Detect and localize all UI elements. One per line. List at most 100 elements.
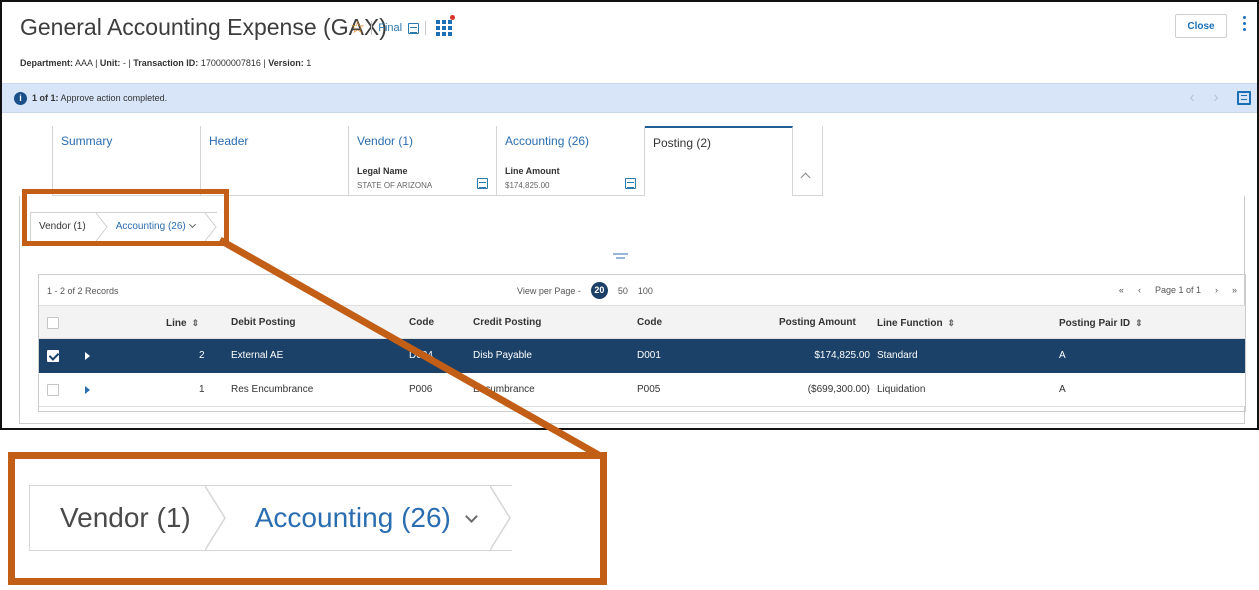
tab-field-value: $174,825.00 xyxy=(505,181,550,190)
tab-field-label: Legal Name xyxy=(357,166,408,176)
divider xyxy=(425,21,427,35)
page-title: General Accounting Expense (GAX) xyxy=(20,14,387,40)
tab-posting[interactable]: Posting (2) xyxy=(645,126,793,196)
cell-debit-code: P006 xyxy=(409,384,433,395)
zoomed-breadcrumb-accounting: Accounting (26) xyxy=(227,486,490,550)
breadcrumb-separator-icon xyxy=(204,486,226,550)
title-bar: General Accounting Expense (GAX) ☆ Final… xyxy=(2,2,1257,82)
more-options-icon[interactable] xyxy=(1243,16,1249,31)
page-info: Page 1 of 1 xyxy=(1154,285,1201,295)
row-checkbox[interactable] xyxy=(47,384,59,396)
cell-credit-posting: Disb Payable xyxy=(473,350,532,361)
select-all-checkbox[interactable] xyxy=(47,317,59,329)
close-button[interactable]: Close xyxy=(1175,14,1227,38)
column-header-debit-posting[interactable]: Debit Posting xyxy=(231,306,295,340)
cell-line: 2 xyxy=(199,350,205,361)
zoom-callout: Vendor (1) Accounting (26) xyxy=(8,452,607,585)
column-header-line-function[interactable]: Line Function ⇕ xyxy=(877,306,955,340)
view-per-page-label: View per Page - xyxy=(517,285,581,296)
previous-page-icon[interactable]: ‹ xyxy=(1138,285,1141,295)
column-header-debit-code[interactable]: Code xyxy=(409,306,434,340)
expand-row-icon[interactable] xyxy=(85,352,90,360)
tab-accounting[interactable]: Accounting (26) Line Amount $174,825.00 xyxy=(497,126,645,196)
cell-credit-code: P005 xyxy=(637,384,661,395)
unit-value: - xyxy=(122,58,126,68)
callout-highlight-box xyxy=(22,189,229,246)
cell-credit-posting: Encumbrance xyxy=(473,384,535,395)
tab-header[interactable]: Header xyxy=(201,126,349,196)
page-size-20[interactable]: 20 xyxy=(590,282,608,299)
row-checkbox[interactable] xyxy=(47,350,59,362)
transaction-id-value: 170000007816 xyxy=(200,58,261,68)
next-message-icon[interactable]: › xyxy=(1209,89,1223,107)
zoomed-breadcrumb-vendor: Vendor (1) xyxy=(60,502,191,533)
tab-label: Header xyxy=(209,134,249,148)
tab-field-label: Line Amount xyxy=(505,166,560,176)
next-page-icon[interactable]: › xyxy=(1215,285,1218,295)
title-tools: ☆ Final xyxy=(350,15,456,40)
expand-row-icon[interactable] xyxy=(85,386,90,394)
cell-line: 1 xyxy=(199,384,205,395)
tab-field-value: STATE OF ARIZONA xyxy=(357,181,433,190)
previous-message-icon[interactable]: ‹ xyxy=(1185,89,1199,107)
cell-posting-pair-id: A xyxy=(1059,350,1066,361)
table-row[interactable]: 2 External AE D004 Disb Payable D001 $17… xyxy=(39,339,1245,373)
pagination: « ‹ Page 1 of 1 › » xyxy=(1119,285,1237,295)
page-size-100[interactable]: 100 xyxy=(638,286,653,296)
message-body: Approve action completed. xyxy=(60,93,168,103)
transaction-id-label: Transaction ID: xyxy=(133,58,199,68)
document-notes-icon[interactable] xyxy=(408,22,420,34)
department-value: AAA xyxy=(75,58,93,68)
cell-line-function: Standard xyxy=(877,350,918,361)
divider xyxy=(371,21,373,35)
cell-line-function: Liquidation xyxy=(877,384,926,395)
column-label: Line xyxy=(166,318,187,329)
posting-grid: 1 - 2 of 2 Records View per Page - 20 50… xyxy=(38,274,1246,412)
favorite-star-icon[interactable]: ☆ xyxy=(350,18,365,38)
related-actions-icon[interactable] xyxy=(436,15,456,36)
column-header-line[interactable]: Line ⇕ xyxy=(166,306,199,340)
sort-icon: ⇕ xyxy=(191,318,200,328)
document-notes-icon[interactable] xyxy=(477,178,488,189)
tab-label: Summary xyxy=(61,134,113,148)
cell-posting-amount: ($699,300.00) xyxy=(807,384,870,395)
sort-icon: ⇕ xyxy=(947,318,956,328)
application-window: General Accounting Expense (GAX) ☆ Final… xyxy=(0,0,1259,430)
tab-label: Vendor (1) xyxy=(357,134,414,148)
cell-credit-code: D001 xyxy=(637,350,661,361)
version-value: 1 xyxy=(306,58,312,68)
column-label: Line Function xyxy=(877,318,943,329)
message-bar: i 1 of 1: Approve action completed. ‹ › xyxy=(2,83,1257,113)
chevron-up-icon xyxy=(800,172,811,183)
sort-icon: ⇕ xyxy=(1135,318,1143,328)
first-page-icon[interactable]: « xyxy=(1119,285,1124,295)
tab-summary[interactable]: Summary xyxy=(53,126,201,196)
collapse-tabs-button[interactable] xyxy=(793,126,823,196)
document-status: Final xyxy=(378,22,403,34)
filter-toggle-icon[interactable] xyxy=(613,253,628,259)
breadcrumb-separator-icon xyxy=(489,486,511,550)
unit-label: Unit: xyxy=(99,58,121,68)
table-row[interactable]: 1 Res Encumbrance P006 Encumbrance P005 … xyxy=(39,373,1245,407)
cell-debit-posting: Res Encumbrance xyxy=(231,384,314,395)
section-tabs: Summary Header Vendor (1) Legal Name STA… xyxy=(52,126,823,196)
transaction-metadata: Department: AAA | Unit: - | Transaction … xyxy=(20,58,311,68)
column-header-credit-posting[interactable]: Credit Posting xyxy=(473,306,541,340)
column-header-credit-code[interactable]: Code xyxy=(637,306,662,340)
column-header-posting-pair-id[interactable]: Posting Pair ID ⇕ xyxy=(1059,306,1143,340)
column-header-posting-amount[interactable]: Posting Amount xyxy=(779,306,856,340)
page-size-50[interactable]: 50 xyxy=(618,286,628,296)
cell-debit-posting: External AE xyxy=(231,350,284,361)
last-page-icon[interactable]: » xyxy=(1232,285,1237,295)
document-notes-icon[interactable] xyxy=(625,178,636,189)
table-header-row: Line ⇕ Debit Posting Code Credit Posting … xyxy=(39,305,1245,339)
cell-debit-code: D004 xyxy=(409,350,433,361)
grid-toolbar: 1 - 2 of 2 Records View per Page - 20 50… xyxy=(39,275,1245,305)
message-count: 1 of 1: xyxy=(32,93,59,103)
breadcrumb-label: Accounting (26) xyxy=(254,502,451,533)
zoomed-breadcrumb: Vendor (1) Accounting (26) xyxy=(29,485,512,551)
tab-vendor[interactable]: Vendor (1) Legal Name STATE OF ARIZONA xyxy=(349,126,497,196)
tab-label: Accounting (26) xyxy=(505,134,590,148)
expand-messages-icon[interactable] xyxy=(1237,91,1251,105)
app-root: General Accounting Expense (GAX) ☆ Final… xyxy=(0,0,1259,590)
